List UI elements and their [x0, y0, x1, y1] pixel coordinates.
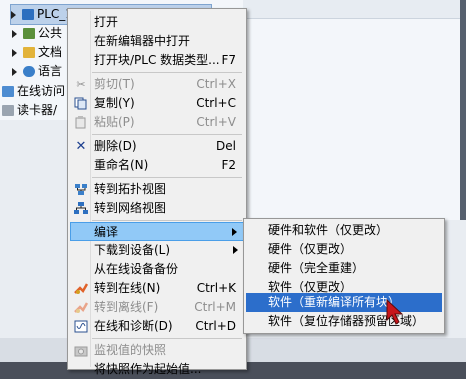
submenu-item-hw-sw-changes[interactable]: 硬件和软件（仅更改）	[246, 221, 442, 240]
compile-submenu: 硬件和软件（仅更改） 硬件（仅更改） 硬件（完全重建） 软件（仅更改） 软件（重…	[243, 218, 445, 334]
menu-item-backup-from-online[interactable]: 从在线设备备份	[70, 260, 244, 279]
submenu-arrow-icon	[232, 228, 237, 236]
tree-item-documents[interactable]: 文档	[12, 43, 72, 62]
submenu-item-hw-changes[interactable]: 硬件（仅更改）	[246, 240, 442, 259]
expand-arrow-icon[interactable]	[12, 29, 17, 38]
delete-x-icon: ✕	[75, 139, 87, 154]
menu-item-compile[interactable]: 编译	[70, 222, 244, 241]
menu-item-open-block[interactable]: 打开块/PLC 数据类型... F7	[70, 51, 244, 70]
submenu-item-sw-rebuild-all[interactable]: 软件（重新编译所有块）	[246, 293, 442, 312]
card-reader-icon	[2, 105, 14, 116]
menu-item-online-diagnostics[interactable]: 在线和诊断(D) Ctrl+D	[70, 317, 244, 336]
diagnostics-icon	[74, 320, 88, 333]
mouse-cursor-icon	[386, 298, 404, 325]
menu-item-paste[interactable]: 粘贴(P) Ctrl+V	[70, 113, 244, 132]
language-icon	[23, 66, 35, 77]
menu-item-go-online[interactable]: 转到在线(N) Ctrl+K	[70, 279, 244, 298]
menu-item-topology-view[interactable]: 转到拓扑视图	[70, 180, 244, 199]
menu-item-cut[interactable]: ✂ 剪切(T) Ctrl+X	[70, 75, 244, 94]
menu-separator	[92, 72, 242, 73]
topology-icon	[74, 183, 88, 196]
menu-item-open[interactable]: 打开	[70, 13, 244, 32]
plc-icon	[22, 9, 34, 20]
menu-separator	[92, 338, 242, 339]
document-settings-icon	[23, 47, 35, 58]
go-offline-icon	[74, 301, 89, 314]
tree-item-online-access[interactable]: 在线访问	[2, 82, 72, 101]
menu-item-snapshot-as-start[interactable]: 将快照作为起始值...	[70, 360, 244, 379]
menu-item-snapshot[interactable]: 监视值的快照	[70, 341, 244, 360]
tree-item-common-data[interactable]: 公共	[12, 24, 72, 43]
menu-item-network-view[interactable]: 转到网络视图	[70, 199, 244, 218]
menu-separator	[92, 220, 242, 221]
panel-splitter[interactable]	[460, 0, 466, 220]
common-data-icon	[23, 28, 35, 39]
snapshot-icon	[74, 344, 88, 357]
expand-arrow-icon[interactable]	[12, 67, 17, 76]
online-access-icon	[2, 86, 14, 97]
menu-item-copy[interactable]: 复制(Y) Ctrl+C	[70, 94, 244, 113]
context-menu: 打开 在新编辑器中打开 打开块/PLC 数据类型... F7 ✂ 剪切(T) C…	[67, 8, 247, 376]
menu-separator	[92, 177, 242, 178]
submenu-item-hw-rebuild[interactable]: 硬件（完全重建）	[246, 259, 442, 278]
menu-item-download-to-device[interactable]: 下载到设备(L)	[70, 241, 244, 260]
tree-item-card-reader[interactable]: 读卡器/	[2, 101, 72, 120]
menu-item-open-in-new-editor[interactable]: 在新编辑器中打开	[70, 32, 244, 51]
go-online-icon	[74, 282, 89, 295]
expand-arrow-icon[interactable]	[11, 10, 16, 19]
tree-item-languages[interactable]: 语言	[12, 62, 72, 81]
network-icon	[74, 202, 88, 215]
submenu-item-sw-reset-memory[interactable]: 软件（复位存储器预留区域）	[246, 312, 442, 331]
menu-item-delete[interactable]: ✕ 删除(D) Del	[70, 137, 244, 156]
menu-item-rename[interactable]: 重命名(N) F2	[70, 156, 244, 175]
menu-item-go-offline[interactable]: 转到离线(F) Ctrl+M	[70, 298, 244, 317]
expand-arrow-icon[interactable]	[12, 48, 17, 57]
submenu-arrow-icon	[233, 246, 238, 254]
editor-area	[243, 0, 466, 220]
paste-icon	[74, 116, 88, 129]
scissors-icon: ✂	[76, 78, 86, 91]
menu-separator	[92, 134, 242, 135]
editor-header	[243, 0, 466, 19]
copy-icon	[74, 97, 88, 110]
